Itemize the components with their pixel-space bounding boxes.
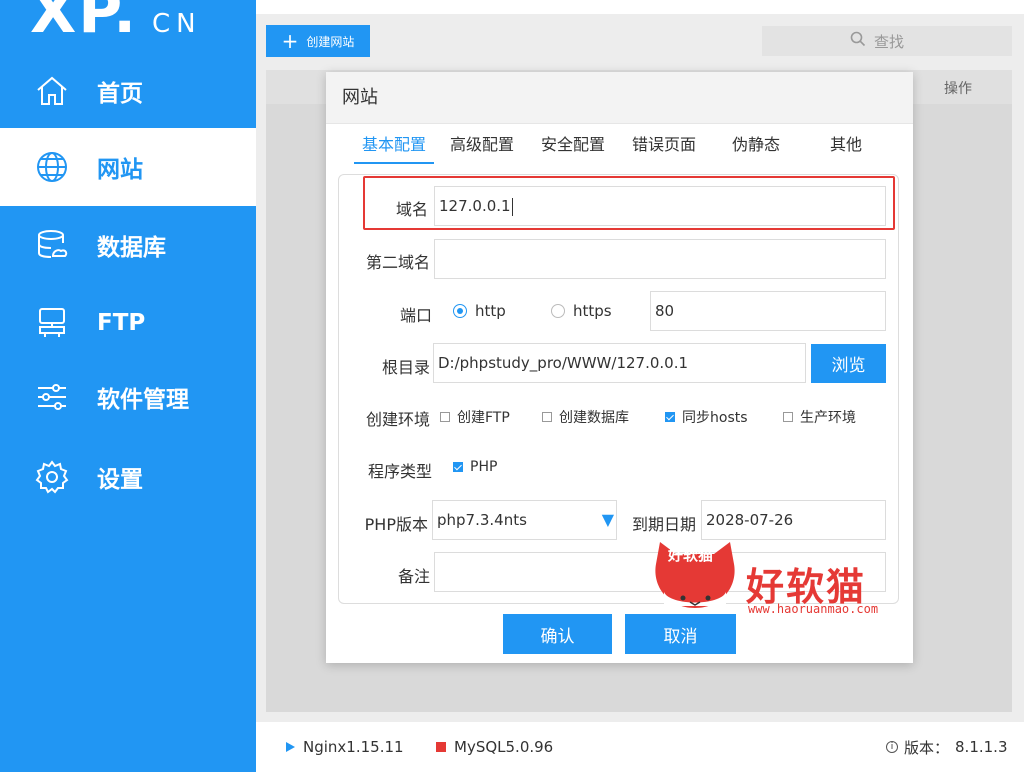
checkbox-box <box>440 412 450 422</box>
gear-icon <box>34 459 70 495</box>
checkbox-label: 创建FTP <box>457 410 510 426</box>
search-icon <box>850 31 866 51</box>
tab-error-pages[interactable]: 错误页面 <box>624 134 704 164</box>
highlight-box <box>363 176 895 230</box>
port-input[interactable]: 80 <box>650 291 886 331</box>
sidebar-item-label: FTP <box>97 310 146 336</box>
dialog-title: 网站 <box>326 72 913 124</box>
tab-advanced[interactable]: 高级配置 <box>442 134 522 164</box>
top-strip <box>256 0 1024 14</box>
sidebar: XP. CN 首页 网站 数据库 FTP 软件管理 设置 <box>0 0 256 772</box>
checkbox-box <box>453 462 463 472</box>
database-icon <box>34 227 70 263</box>
logo-sub: CN <box>152 9 202 39</box>
https-radio[interactable]: https <box>551 302 612 320</box>
checkbox-box <box>542 412 552 422</box>
globe-icon <box>34 149 70 185</box>
logo-main: XP. <box>30 0 139 47</box>
http-radio[interactable]: http <box>453 302 506 320</box>
version-value: 8.1.1.3 <box>955 738 1008 756</box>
tab-basic[interactable]: 基本配置 <box>354 134 434 164</box>
nginx-status[interactable]: Nginx1.15.11 <box>286 738 404 756</box>
sidebar-item-home[interactable]: 首页 <box>0 52 256 130</box>
tab-other[interactable]: 其他 <box>816 134 876 164</box>
second-domain-label: 第二域名 <box>365 253 430 272</box>
sidebar-item-label: 网站 <box>97 157 143 183</box>
http-label: http <box>475 302 506 320</box>
server-icon <box>34 305 70 341</box>
sidebar-item-database[interactable]: 数据库 <box>0 206 256 284</box>
play-icon <box>286 742 295 752</box>
radio-dot <box>551 304 565 318</box>
watermark-url: www.haoruanmao.com <box>748 602 879 616</box>
root-label: 根目录 <box>381 358 430 377</box>
php-version-select[interactable]: php7.3.4nts ▼ <box>432 500 617 540</box>
php-version-value: php7.3.4nts <box>437 511 527 529</box>
sidebar-item-label: 首页 <box>97 81 143 107</box>
create-db-checkbox[interactable]: 创建数据库 <box>542 407 629 427</box>
sidebar-item-label: 数据库 <box>97 235 166 261</box>
stop-icon <box>436 742 446 752</box>
sidebar-item-label: 软件管理 <box>97 387 189 413</box>
browse-button[interactable]: 浏览 <box>811 344 886 383</box>
production-env-checkbox[interactable]: 生产环境 <box>783 407 856 427</box>
create-website-label: 创建网站 <box>306 34 355 49</box>
tab-rewrite[interactable]: 伪静态 <box>721 134 791 164</box>
sidebar-item-website[interactable]: 网站 <box>0 128 256 206</box>
php-version-label: PHP版本 <box>364 515 428 534</box>
checkbox-label: 创建数据库 <box>559 410 629 426</box>
mysql-status[interactable]: MySQL5.0.96 <box>436 738 553 756</box>
status-bar: Nginx1.15.11 MySQL5.0.96 i 版本： 8.1.1.3 <box>256 722 1024 772</box>
expire-date-label: 到期日期 <box>631 515 696 534</box>
https-label: https <box>573 302 612 320</box>
checkbox-label: 生产环境 <box>800 410 856 426</box>
sidebar-item-software[interactable]: 软件管理 <box>0 358 256 436</box>
php-checkbox[interactable]: PHP <box>453 459 497 475</box>
confirm-button[interactable]: 确认 <box>503 614 612 654</box>
radio-dot <box>453 304 467 318</box>
program-type-label: 程序类型 <box>367 462 432 481</box>
env-label: 创建环境 <box>365 410 430 429</box>
tab-security[interactable]: 安全配置 <box>533 134 613 164</box>
column-header-actions: 操作 <box>944 81 972 97</box>
mysql-version: MySQL5.0.96 <box>454 738 554 756</box>
info-icon: i <box>886 741 898 753</box>
root-input[interactable]: D:/phpstudy_pro/WWW/127.0.0.1 <box>433 343 806 383</box>
logo: XP. CN <box>30 0 202 42</box>
checkbox-box <box>665 412 675 422</box>
checkbox-box <box>783 412 793 422</box>
sync-hosts-checkbox[interactable]: 同步hosts <box>665 407 748 427</box>
expire-date-input[interactable]: 2028-07-26 <box>701 500 886 540</box>
caret-down-icon: ▼ <box>601 510 614 529</box>
create-ftp-checkbox[interactable]: 创建FTP <box>440 407 510 427</box>
version-info: i 版本： 8.1.1.3 <box>886 737 1008 758</box>
port-label: 端口 <box>399 306 432 325</box>
checkbox-label: 同步hosts <box>682 410 748 426</box>
plus-icon: + <box>281 29 299 53</box>
watermark: 好软猫 好软猫 www.haoruanmao.com <box>650 536 910 626</box>
sidebar-item-ftp[interactable]: FTP <box>0 284 256 362</box>
note-label: 备注 <box>397 567 430 586</box>
search-input[interactable]: 查找 <box>762 26 1012 56</box>
sliders-icon <box>34 379 70 415</box>
create-website-button[interactable]: + 创建网站 <box>266 25 370 57</box>
home-icon <box>34 73 70 109</box>
checkbox-label: PHP <box>470 459 498 475</box>
search-placeholder: 查找 <box>874 32 905 51</box>
sidebar-item-settings[interactable]: 设置 <box>0 438 256 516</box>
sidebar-item-label: 设置 <box>97 467 143 493</box>
version-label: 版本： <box>904 738 950 757</box>
nginx-version: Nginx1.15.11 <box>303 738 404 756</box>
watermark-badge: 好软猫 <box>668 546 714 564</box>
second-domain-input[interactable] <box>434 239 886 279</box>
